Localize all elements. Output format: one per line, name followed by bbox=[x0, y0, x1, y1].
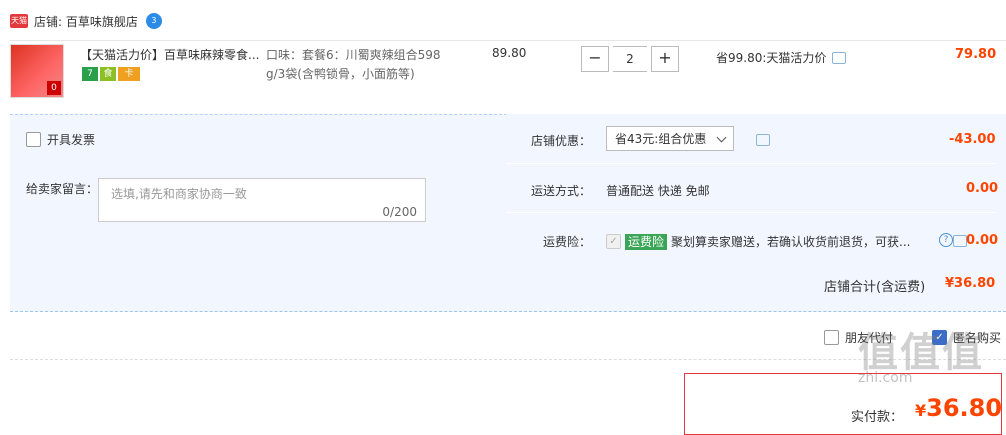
chat-icon[interactable]: 3 bbox=[145, 13, 162, 29]
invoice-checkbox[interactable] bbox=[26, 132, 41, 147]
shipping-method: 普通配送 快递 免邮 bbox=[606, 184, 710, 198]
seven-day-return-icon: 7 bbox=[82, 67, 98, 81]
discount-message-icon[interactable] bbox=[756, 134, 770, 146]
invoice-label: 开具发票 bbox=[47, 133, 96, 147]
memo-textarea[interactable]: 选填,请先和商家协商一致 0/200 bbox=[98, 178, 426, 222]
discount-select[interactable]: 省43元:组合优惠 bbox=[606, 126, 734, 151]
tmall-logo: 天猫 bbox=[10, 14, 28, 28]
food-icon: 食 bbox=[100, 67, 116, 81]
savings-info: 省99.80:天猫活力价 bbox=[716, 49, 847, 66]
insurance-badge: 运费险 bbox=[625, 233, 668, 250]
divider bbox=[10, 359, 1006, 360]
insurance-message-icon[interactable] bbox=[952, 235, 967, 247]
insurance-info: ✓ 运费险 聚划算卖家赠送，若确认收货前退货，可获... bbox=[606, 233, 910, 250]
item-subtotal: 79.80 bbox=[955, 47, 997, 62]
payment-currency: ¥ bbox=[915, 401, 927, 420]
payment-box: 实付款： ¥36.80 bbox=[684, 373, 1002, 435]
decrease-button[interactable]: − bbox=[581, 46, 609, 72]
shipping-label: 运送方式： bbox=[531, 184, 592, 198]
payment-value: 36.80 bbox=[926, 394, 1003, 422]
shop-name-link[interactable]: 店铺: 百草味旗舰店 bbox=[34, 13, 138, 30]
message-icon[interactable] bbox=[832, 51, 847, 64]
sku-info: 口味：套餐6：川蜀爽辣组合598 g/3袋(含鸭锁骨，小面筋等) bbox=[266, 46, 456, 84]
savings-text: 省99.80:天猫活力价 bbox=[716, 51, 827, 65]
service-icons: 7 食 卡 bbox=[82, 67, 140, 81]
card-icon: 卡 bbox=[118, 67, 140, 81]
watermark-sub: zhi.com bbox=[858, 370, 913, 386]
discount-selected: 省43元:组合优惠 bbox=[615, 132, 707, 146]
insurance-amount: 0.00 bbox=[966, 233, 999, 248]
insurance-text: 聚划算卖家赠送，若确认收货前退货，可获... bbox=[671, 235, 911, 249]
shipping-amount: 0.00 bbox=[966, 181, 999, 196]
insurance-label: 运费险： bbox=[543, 235, 592, 249]
shop-total-label: 店铺合计(含运费) bbox=[824, 280, 926, 295]
sku-line-2: g/3袋(含鸭锁骨，小面筋等) bbox=[266, 67, 415, 81]
payment-label: 实付款： bbox=[851, 410, 904, 425]
shop-header: 天猫 店铺: 百草味旗舰店 3 bbox=[10, 12, 162, 30]
quantity-input[interactable]: 2 bbox=[613, 46, 647, 72]
increase-button[interactable]: + bbox=[651, 46, 679, 72]
product-thumbnail[interactable]: 0 bbox=[10, 44, 64, 98]
discount-label: 店铺优惠： bbox=[531, 134, 592, 148]
insurance-checkbox: ✓ bbox=[606, 234, 621, 249]
friend-pay-checkbox[interactable] bbox=[824, 330, 839, 345]
help-icon[interactable]: ? bbox=[939, 233, 953, 247]
quantity-stepper: − 2 + bbox=[581, 46, 679, 72]
chevron-down-icon bbox=[716, 132, 727, 143]
discount-amount: -43.00 bbox=[949, 132, 996, 147]
product-title-link[interactable]: 【天猫活力价】百草味麻辣零食... bbox=[80, 46, 262, 64]
invoice-option[interactable]: 开具发票 bbox=[26, 131, 95, 148]
memo-label: 给卖家留言： bbox=[26, 182, 99, 196]
memo-char-count: 0/200 bbox=[382, 205, 417, 219]
memo-placeholder: 选填,请先和商家协商一致 bbox=[111, 187, 247, 201]
payment-amount: ¥36.80 bbox=[915, 394, 1002, 422]
sku-line-1: 口味：套餐6：川蜀爽辣组合598 bbox=[266, 48, 441, 62]
thumb-badge: 0 bbox=[47, 81, 61, 95]
unit-price: 89.80 bbox=[492, 46, 527, 60]
shop-total-value: ¥36.80 bbox=[945, 276, 996, 291]
